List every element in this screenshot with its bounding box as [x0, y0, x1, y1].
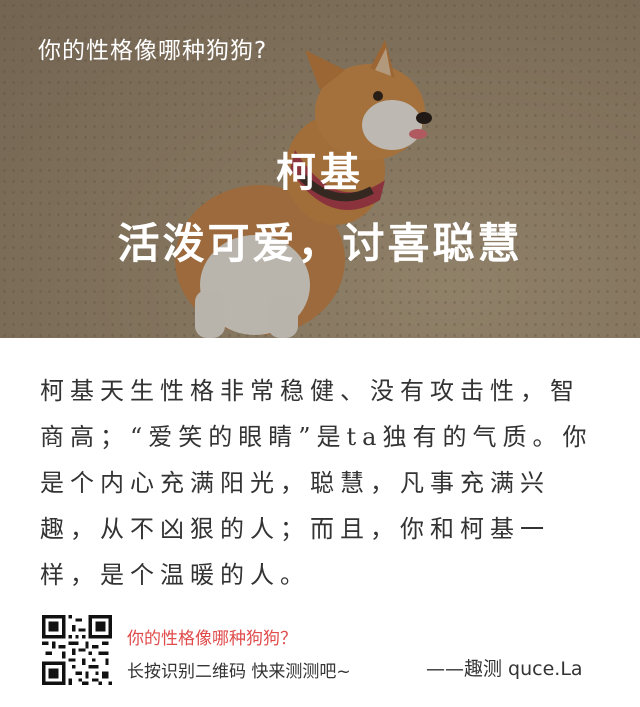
result-description: 柯基天生性格非常稳健、没有攻击性，智商高；“爱笑的眼睛”是ta独有的气质。你是个… [40, 377, 593, 589]
footer-quiz-title[interactable]: 你的性格像哪种狗狗？ [127, 624, 297, 649]
result-tagline: 活泼可爱，讨喜聪慧 [117, 219, 523, 268]
hero-banner: 你的性格像哪种狗狗? 柯基 活泼可爱，讨喜聪慧 [0, 0, 640, 338]
brand-signature: ——趣测 quce.La [426, 658, 583, 680]
result-breed: 柯基 [276, 150, 364, 196]
scan-qr-hint: 长按识别二维码 快来测测吧~ [127, 662, 351, 682]
qr-code-icon[interactable] [42, 615, 112, 685]
quiz-title: 你的性格像哪种狗狗? [38, 38, 268, 64]
